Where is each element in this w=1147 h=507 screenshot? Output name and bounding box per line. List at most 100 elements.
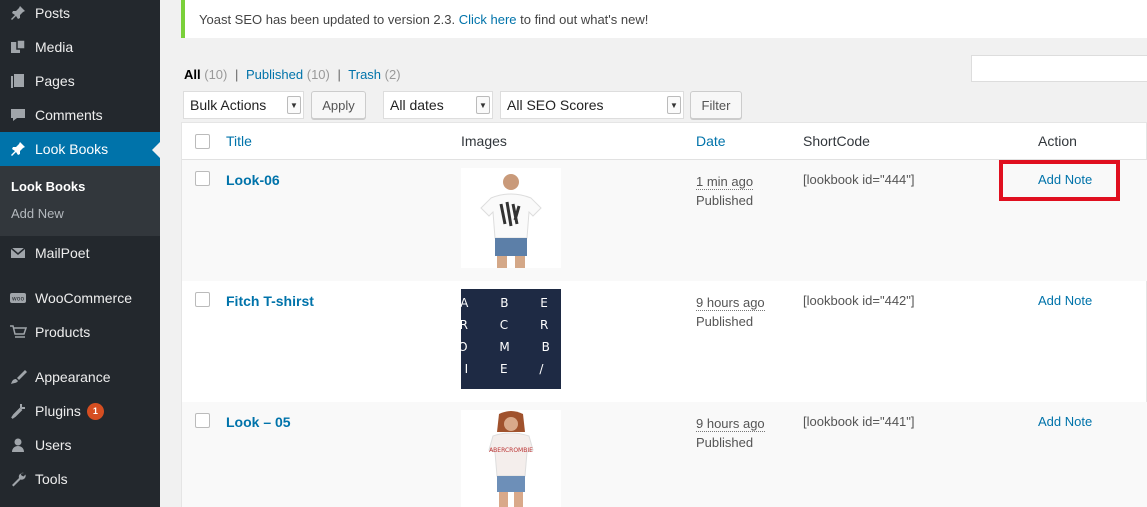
add-note-link[interactable]: Add Note xyxy=(1038,414,1092,429)
highlight-box xyxy=(999,160,1120,201)
dates-select[interactable]: All dates ▼ xyxy=(383,91,493,119)
menu-label: Comments xyxy=(35,107,103,123)
menu-label: Tools xyxy=(35,471,68,487)
woo-icon: woo xyxy=(8,288,28,308)
wrench-icon xyxy=(8,469,28,489)
row-checkbox[interactable] xyxy=(195,292,210,307)
view-all[interactable]: All xyxy=(184,67,201,82)
row-title-link[interactable]: Look-06 xyxy=(226,172,280,188)
menu-users[interactable]: Users xyxy=(0,428,160,462)
search-input[interactable] xyxy=(971,55,1147,82)
notice-text: Yoast SEO has been updated to version 2.… xyxy=(199,11,459,27)
view-published[interactable]: Published xyxy=(246,67,303,82)
row-date: 9 hours ago Published xyxy=(696,293,765,331)
column-title[interactable]: Title xyxy=(226,133,252,149)
row-shortcode: [lookbook id="442"] xyxy=(803,293,915,308)
row-date: 1 min ago Published xyxy=(696,172,753,210)
current-menu-arrow xyxy=(152,142,160,158)
dates-value: All dates xyxy=(390,97,444,113)
submenu-add-new[interactable]: Add New xyxy=(11,206,64,221)
column-date[interactable]: Date xyxy=(696,133,726,149)
menu-tools[interactable]: Tools xyxy=(0,462,160,496)
seo-scores-select[interactable]: All SEO Scores ▼ xyxy=(500,91,684,119)
menu-label: Look Books xyxy=(35,141,109,157)
menu-products[interactable]: Products xyxy=(0,315,160,349)
add-note-link[interactable]: Add Note xyxy=(1038,293,1092,308)
chevron-down-icon: ▼ xyxy=(667,96,681,114)
menu-label: Media xyxy=(35,39,74,55)
menu-comments[interactable]: Comments xyxy=(0,98,160,132)
svg-text:woo: woo xyxy=(12,296,25,303)
view-all-count: (10) xyxy=(204,67,228,82)
lookbook-thumbnail: ABERCROMBIE xyxy=(461,410,561,507)
pages-icon xyxy=(8,71,28,91)
notice-text-suffix: to find out what's new! xyxy=(516,11,649,27)
menu-label: Users xyxy=(35,437,72,453)
row-date-ago: 1 min ago xyxy=(696,174,754,190)
svg-text:ABERCROMBIE: ABERCROMBIE xyxy=(489,447,533,454)
row-title-link[interactable]: Look – 05 xyxy=(226,414,291,430)
row-checkbox[interactable] xyxy=(195,171,210,186)
menu-media[interactable]: Media xyxy=(0,30,160,64)
menu-label: Plugins xyxy=(35,403,81,419)
menu-woocommerce[interactable]: woo WooCommerce xyxy=(0,281,160,315)
menu-pages[interactable]: Pages xyxy=(0,64,160,98)
cart-icon xyxy=(8,322,28,342)
table-header: Title Images Date ShortCode Action xyxy=(182,123,1147,160)
view-published-count: (10) xyxy=(306,67,330,82)
shirt-print-line: I E / xyxy=(465,362,558,376)
row-shortcode: [lookbook id="444"] xyxy=(803,172,915,187)
row-status: Published xyxy=(696,314,754,329)
bulk-actions-select[interactable]: Bulk Actions ▼ xyxy=(183,91,304,119)
row-date-ago: 9 hours ago xyxy=(696,416,765,432)
menu-appearance[interactable]: Appearance xyxy=(0,360,160,394)
lookbook-thumbnail: A B E R C R O M B I E / xyxy=(461,289,561,389)
view-trash[interactable]: Trash xyxy=(348,67,381,82)
separator: | xyxy=(235,67,239,82)
menu-label: Appearance xyxy=(35,369,111,385)
notice-link[interactable]: Click here xyxy=(459,12,517,27)
row-date: 9 hours ago Published xyxy=(696,414,765,452)
chevron-down-icon: ▼ xyxy=(287,96,301,114)
chevron-down-icon: ▼ xyxy=(476,96,490,114)
table-row: Look – 05 ABERCROMBIE 9 hours ago Publis… xyxy=(182,402,1147,507)
menu-label: Products xyxy=(35,324,91,340)
column-images: Images xyxy=(461,133,507,149)
table-row: Fitch T-shirst A B E R C R O M B I E / 9… xyxy=(182,281,1147,402)
update-count-badge: 1 xyxy=(86,402,104,420)
brush-icon xyxy=(8,367,28,387)
pin-icon xyxy=(8,139,28,159)
column-shortcode: ShortCode xyxy=(803,133,870,149)
shirt-print-line: O M B xyxy=(461,340,561,354)
submenu-look-books[interactable]: Look Books xyxy=(11,179,85,194)
mail-icon xyxy=(8,243,28,263)
shirt-print-line: A B E xyxy=(461,296,561,310)
row-title-link[interactable]: Fitch T-shirst xyxy=(226,293,314,309)
lookbook-thumbnail xyxy=(461,168,561,268)
menu-plugins[interactable]: Plugins 1 xyxy=(0,394,160,428)
menu-look-books[interactable]: Look Books xyxy=(0,132,160,166)
admin-sidebar: Posts Media Pages Comments Look Books Lo… xyxy=(0,0,160,507)
plug-icon xyxy=(8,401,28,421)
menu-label: Posts xyxy=(35,5,71,21)
select-all-checkbox[interactable] xyxy=(195,134,210,149)
pin-icon xyxy=(8,3,28,23)
row-status: Published xyxy=(696,435,754,450)
bulk-actions-value: Bulk Actions xyxy=(190,97,267,113)
menu-posts[interactable]: Posts xyxy=(0,0,160,30)
row-checkbox[interactable] xyxy=(195,413,210,428)
menu-label: Pages xyxy=(35,73,75,89)
apply-button[interactable]: Apply xyxy=(311,91,366,119)
view-trash-count: (2) xyxy=(384,67,401,82)
comment-icon xyxy=(8,105,28,125)
media-icon xyxy=(8,37,28,57)
shirt-print-line: R C R xyxy=(461,318,561,332)
row-status: Published xyxy=(696,193,754,208)
row-shortcode: [lookbook id="441"] xyxy=(803,414,915,429)
user-icon xyxy=(8,435,28,455)
column-action: Action xyxy=(1038,133,1077,149)
menu-mailpoet[interactable]: MailPoet xyxy=(0,236,160,270)
filter-button[interactable]: Filter xyxy=(690,91,742,119)
status-filter-links: All (10) | Published (10) | Trash (2) xyxy=(184,67,401,82)
row-date-ago: 9 hours ago xyxy=(696,295,765,311)
